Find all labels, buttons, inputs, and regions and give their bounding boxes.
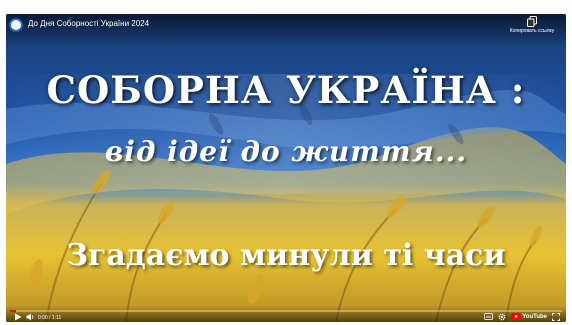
video-title[interactable]: До Дня Соборності України 2024 xyxy=(28,19,149,28)
time-readout: 0:00 / 1:11 xyxy=(38,315,62,321)
copy-link-label: Копировать ссылку xyxy=(509,28,555,34)
copy-link-button[interactable]: Копировать ссылку xyxy=(504,16,560,34)
right-controls: YouTube xyxy=(484,312,560,321)
play-icon[interactable] xyxy=(14,313,22,321)
video-headline: СОБОРНА УКРАЇНА : xyxy=(46,68,526,112)
channel-avatar[interactable] xyxy=(9,18,23,32)
fullscreen-icon[interactable] xyxy=(552,312,560,321)
progress-fill xyxy=(10,310,16,312)
youtube-logo[interactable]: YouTube xyxy=(511,313,547,320)
video-player[interactable]: До Дня Соборності України 2024 Копироват… xyxy=(6,14,566,322)
youtube-wordmark: YouTube xyxy=(522,313,547,320)
video-subheadline: від ідеї до життя... xyxy=(104,135,468,168)
subtitles-icon[interactable] xyxy=(484,313,494,320)
video-frame xyxy=(6,14,566,322)
copy-icon xyxy=(527,16,537,27)
video-tagline: Згадаємо минули ті часи xyxy=(66,238,506,273)
gear-icon[interactable] xyxy=(498,313,506,321)
youtube-play-icon xyxy=(511,313,522,320)
progress-bar[interactable] xyxy=(10,310,562,312)
volume-icon[interactable] xyxy=(26,313,35,321)
player-top-bar: До Дня Соборності України 2024 Копироват… xyxy=(6,14,566,48)
flag-wheat-background xyxy=(6,14,566,322)
player-controls: 0:00 / 1:11 YouTube xyxy=(6,306,566,322)
